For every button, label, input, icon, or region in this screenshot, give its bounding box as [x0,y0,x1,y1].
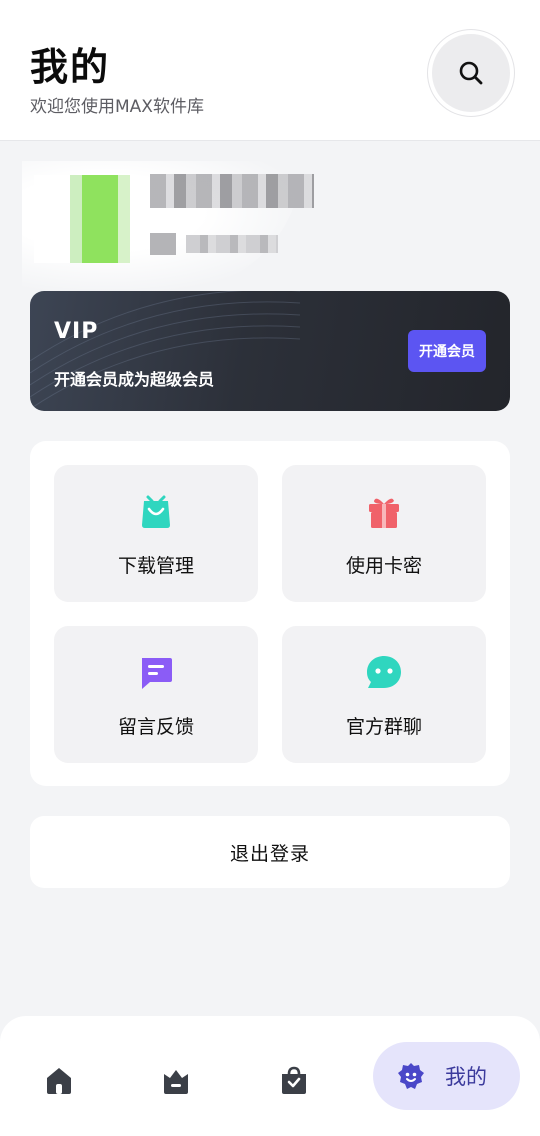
nav-vip[interactable] [156,1060,196,1100]
feedback-label: 留言反馈 [117,716,194,738]
download-manager-tile[interactable]: 下载管理 [54,465,258,602]
feature-panel: 下载管理 使用卡密 留言反馈 官方群聊 [30,441,510,786]
feedback-tile[interactable]: 留言反馈 [54,626,258,763]
home-icon [47,1068,71,1094]
page-subtitle: 欢迎您使用MAX软件库 [30,97,204,117]
nav-profile-label: 我的 [445,1065,487,1089]
avatar[interactable] [34,175,130,263]
redeem-code-label: 使用卡密 [345,555,422,577]
official-group-label: 官方群聊 [345,716,422,738]
profile-page: 我的 欢迎您使用MAX软件库 VIP 开通会员成为超级会员 开通会员 下载管理 … [0,0,540,1136]
nav-shop[interactable] [274,1060,314,1100]
open-membership-button[interactable]: 开通会员 [408,330,486,372]
chat-bubble-icon [362,650,406,694]
bag-icon [282,1066,306,1094]
crown-icon [164,1070,188,1094]
gift-icon [362,489,406,533]
search-icon [459,61,483,85]
profile-icon [398,1063,424,1089]
message-icon [134,650,178,694]
nav-profile[interactable]: 我的 [373,1042,520,1110]
search-button[interactable] [432,34,510,112]
username-redacted [150,174,314,208]
nav-home[interactable] [39,1060,79,1100]
logout-button[interactable]: 退出登录 [30,816,510,888]
user-id-redacted [186,235,278,253]
download-manager-label: 下载管理 [117,555,194,577]
redeem-code-tile[interactable]: 使用卡密 [282,465,486,602]
page-header: 我的 欢迎您使用MAX软件库 [0,0,540,141]
bottom-navigation: 我的 [0,1016,540,1136]
shopping-bag-icon [134,489,178,533]
page-title: 我的 [30,45,111,89]
vip-description: 开通会员成为超级会员 [54,370,215,389]
vip-card[interactable]: VIP 开通会员成为超级会员 开通会员 [30,291,510,411]
user-id-icon-redacted [150,233,176,255]
vip-title: VIP [54,319,99,344]
official-group-tile[interactable]: 官方群聊 [282,626,486,763]
user-profile[interactable] [0,141,540,291]
